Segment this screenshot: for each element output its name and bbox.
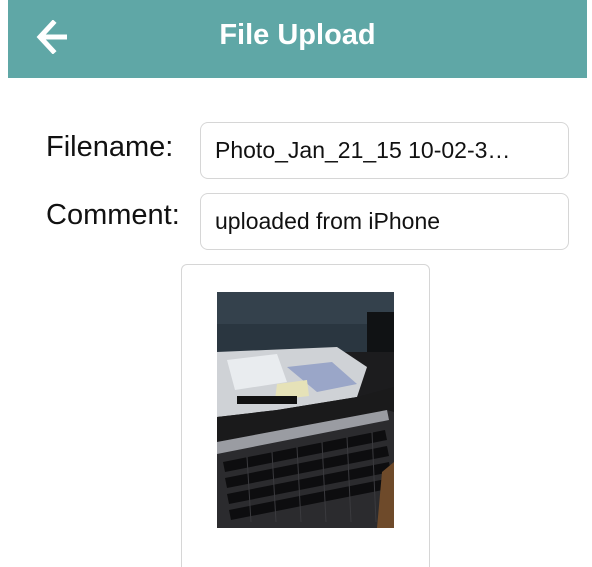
comment-label: Comment: [46, 199, 180, 231]
page-title: File Upload [219, 19, 376, 51]
uploaded-photo[interactable] [217, 292, 394, 528]
comment-field[interactable] [200, 193, 569, 250]
filename-field[interactable] [200, 122, 569, 179]
filename-label: Filename: [46, 131, 174, 163]
photo-thumbnail [217, 292, 394, 528]
header-bar: File Upload [8, 0, 587, 78]
file-upload-screen: File Upload Filename: Comment: [0, 0, 592, 567]
